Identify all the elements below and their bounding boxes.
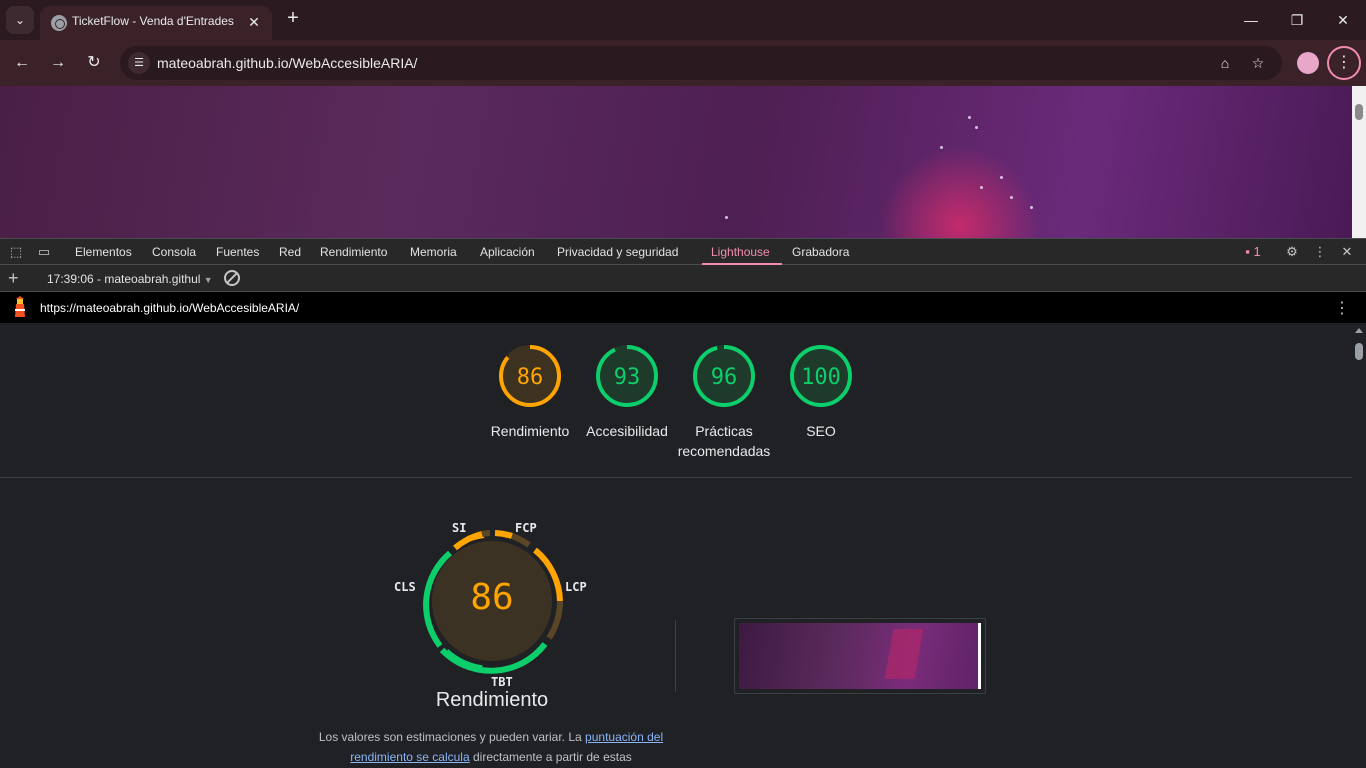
tab-close-button[interactable]: ✕ bbox=[244, 12, 264, 32]
issues-badge[interactable]: ▪ 1 bbox=[1240, 244, 1266, 260]
scroll-up-arrow-icon[interactable] bbox=[1355, 328, 1363, 333]
settings-gear-icon[interactable]: ⚙ bbox=[1284, 244, 1300, 260]
section-divider bbox=[0, 477, 1352, 478]
tab-search-button[interactable]: ⌄ bbox=[6, 6, 34, 34]
vertical-separator bbox=[675, 620, 676, 692]
note-text-1: Los valores son estimaciones y pueden va… bbox=[318, 730, 582, 744]
hero-glow bbox=[880, 146, 1040, 238]
restore-button[interactable]: ❐ bbox=[1282, 8, 1312, 32]
score-gauge-3[interactable]: 100 SEO bbox=[771, 343, 871, 441]
devtools-more-button[interactable]: ⋮ bbox=[1312, 244, 1328, 260]
translate-icon[interactable]: ⌂ bbox=[1216, 54, 1234, 72]
tab-fuentes[interactable]: Fuentes bbox=[216, 245, 259, 259]
performance-title: Rendimiento bbox=[435, 689, 549, 711]
report-selector[interactable]: 17:39:06 - mateoabrah.githul ▼ bbox=[47, 272, 213, 286]
metric-fcp[interactable]: FCP bbox=[515, 521, 537, 535]
score-label: Rendimiento bbox=[490, 423, 570, 439]
bookmark-star-icon[interactable]: ☆ bbox=[1249, 54, 1267, 72]
forward-button[interactable]: → bbox=[45, 50, 71, 76]
lighthouse-url-bar: https://mateoabrah.github.io/WebAccesibl… bbox=[0, 292, 1366, 323]
score-label: Prácticas recomendadas bbox=[677, 423, 771, 459]
metric-cls[interactable]: CLS bbox=[394, 580, 416, 594]
tab-memoria[interactable]: Memoria bbox=[410, 245, 457, 259]
report-scrollbar[interactable] bbox=[1352, 323, 1366, 768]
report-menu-button[interactable]: ⋮ bbox=[1334, 298, 1350, 318]
lighthouse-toolbar: + 17:39:06 - mateoabrah.githul ▼ bbox=[0, 265, 1366, 292]
report-selector-label: 17:39:06 - mateoabrah.githul bbox=[47, 272, 201, 286]
window-close-button[interactable]: ✕ bbox=[1328, 8, 1358, 32]
metric-lcp[interactable]: LCP bbox=[565, 580, 587, 594]
score-gauge-0[interactable]: 86 Rendimiento bbox=[480, 343, 580, 441]
tab-privacidad[interactable]: Privacidad y seguridad bbox=[557, 245, 678, 259]
tab-consola[interactable]: Consola bbox=[152, 245, 196, 259]
lighthouse-report: 86 Rendimiento 93 Accesibilidad 96 Prácticas … bbox=[0, 323, 1352, 768]
tab-elementos[interactable]: Elementos bbox=[75, 245, 132, 259]
tab-grabadora[interactable]: Grabadora bbox=[792, 245, 849, 259]
note-text-2: directamente a partir de estas bbox=[473, 750, 632, 764]
score-value: 86 bbox=[516, 365, 544, 390]
fcp-arc bbox=[494, 530, 513, 539]
score-label: SEO bbox=[806, 423, 836, 439]
devtools-close-button[interactable]: ✕ bbox=[1339, 244, 1355, 260]
device-toolbar-icon[interactable]: ▭ bbox=[36, 244, 52, 260]
caret-down-icon: ▼ bbox=[203, 275, 213, 285]
address-url: mateoabrah.github.io/WebAccesibleARIA/ bbox=[157, 55, 418, 71]
tab-title: TicketFlow - Venda d'Entrades bbox=[72, 14, 234, 28]
final-screenshot[interactable] bbox=[734, 618, 986, 694]
performance-note: Los valores son estimaciones y pueden va… bbox=[316, 727, 666, 767]
clear-reports-icon[interactable] bbox=[224, 270, 240, 286]
issues-count: 1 bbox=[1253, 244, 1261, 259]
browser-tab[interactable]: TicketFlow - Venda d'Entrades ✕ bbox=[40, 6, 272, 40]
screenshot-thumbnail bbox=[739, 623, 981, 689]
back-button[interactable]: ← bbox=[9, 50, 35, 76]
tab-aplicacion[interactable]: Aplicación bbox=[480, 245, 535, 259]
tab-red[interactable]: Red bbox=[279, 245, 301, 259]
tab-strip: ⌄ TicketFlow - Venda d'Entrades ✕ + — ❐ … bbox=[0, 0, 1366, 40]
reload-button[interactable]: ↻ bbox=[81, 50, 107, 76]
tab-rendimiento[interactable]: Rendimiento bbox=[320, 245, 387, 259]
performance-score: 86 bbox=[470, 577, 514, 618]
tab-lighthouse[interactable]: Lighthouse bbox=[711, 245, 770, 259]
score-value: 96 bbox=[710, 365, 738, 390]
new-tab-button[interactable]: + bbox=[282, 8, 304, 30]
page-hero-image bbox=[0, 86, 1352, 238]
new-report-button[interactable]: + bbox=[8, 269, 19, 287]
score-label: Accesibilidad bbox=[586, 423, 668, 439]
minimize-button[interactable]: — bbox=[1236, 8, 1266, 32]
profile-avatar[interactable] bbox=[1297, 52, 1319, 74]
address-bar[interactable]: ☰ mateoabrah.github.io/WebAccesibleARIA/… bbox=[120, 46, 1282, 80]
score-gauge-2[interactable]: 96 Prácticas recomendadas bbox=[674, 343, 774, 461]
score-gauge-1[interactable]: 93 Accesibilidad bbox=[577, 343, 677, 441]
inspect-element-icon[interactable]: ⬚ bbox=[8, 244, 24, 260]
score-value: 100 bbox=[801, 365, 841, 390]
page-scrollbar[interactable] bbox=[1352, 86, 1366, 238]
lighthouse-icon bbox=[15, 296, 25, 317]
metric-tbt[interactable]: TBT bbox=[491, 675, 513, 689]
chrome-menu-button[interactable]: ⋮ bbox=[1327, 46, 1361, 80]
metric-si[interactable]: SI bbox=[452, 521, 466, 535]
score-value: 93 bbox=[613, 365, 641, 390]
scroll-thumb[interactable] bbox=[1355, 343, 1363, 360]
devtools-tab-bar: ⬚ ▭ Elementos Consola Fuentes Red Rendim… bbox=[0, 238, 1366, 265]
site-info-icon[interactable]: ☰ bbox=[128, 52, 150, 74]
globe-icon bbox=[51, 15, 67, 31]
report-url: https://mateoabrah.github.io/WebAccesibl… bbox=[40, 301, 300, 315]
browser-toolbar: ← → ↻ ☰ mateoabrah.github.io/WebAccesibl… bbox=[0, 40, 1366, 86]
